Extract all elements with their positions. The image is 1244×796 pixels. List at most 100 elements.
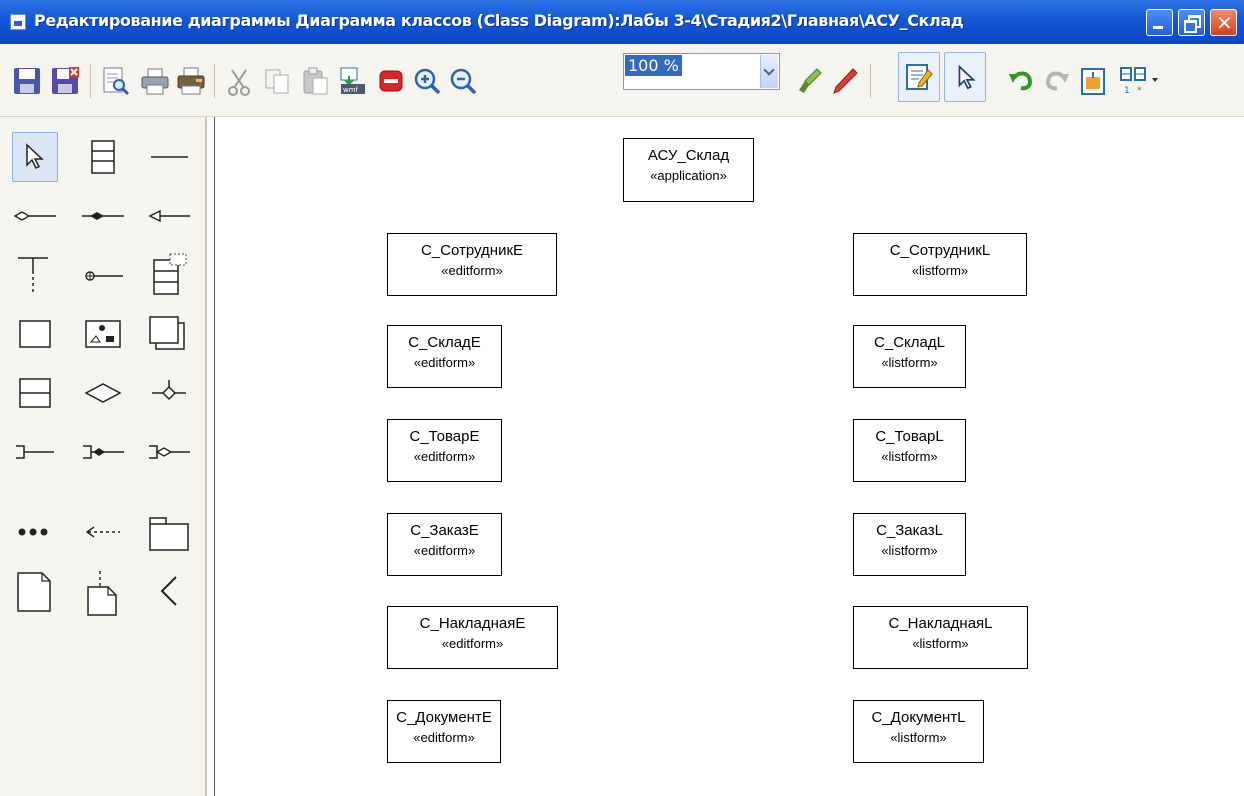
class-stereotype: «listform»	[881, 355, 938, 370]
shadow-box-icon	[149, 316, 185, 350]
decision-tool[interactable]	[80, 368, 126, 418]
close-icon: ✕	[1216, 11, 1233, 35]
multi-point-tool[interactable]	[12, 508, 58, 558]
generalization-icon	[148, 209, 190, 223]
generalization-tool[interactable]	[146, 191, 192, 241]
port-composition-icon	[83, 445, 124, 459]
aggregation-tool[interactable]	[12, 191, 58, 241]
class-list-6[interactable]: С_ДокументL «listform»	[853, 700, 984, 763]
save-all-icon[interactable]	[50, 66, 80, 96]
class-edit-6[interactable]: С_ДокументE «editform»	[387, 700, 501, 763]
class-stereotype: «editform»	[441, 263, 503, 278]
export-wmf-icon[interactable]: wmf	[338, 66, 368, 96]
bring-to-front-icon[interactable]	[1078, 66, 1108, 96]
properties-toggle[interactable]	[898, 52, 940, 102]
picture-tool[interactable]	[80, 309, 126, 359]
chevron-left-icon	[160, 576, 177, 606]
class-list-3[interactable]: С_ТоварL «listform»	[853, 419, 966, 482]
app-icon[interactable]	[10, 14, 26, 30]
port-aggregation-tool[interactable]	[146, 427, 192, 477]
zoom-select[interactable]: 100 %	[623, 53, 780, 90]
interface-realization-tool[interactable]	[12, 250, 58, 300]
junction-tool[interactable]	[146, 368, 192, 418]
class-name: С_СкладL	[874, 334, 945, 351]
class-list-5[interactable]: С_НакладнаяL «listform»	[853, 606, 1028, 669]
class-name: С_НакладнаяL	[888, 615, 993, 632]
layout-grid-icon[interactable]: 1 *	[1118, 66, 1162, 96]
title-bar[interactable]: Редактирование диаграммы Диаграмма класс…	[0, 0, 1244, 44]
note-box-tool[interactable]	[12, 309, 58, 359]
class-edit-5[interactable]: С_НакладнаяE «editform»	[387, 606, 558, 669]
print-preview-icon[interactable]	[100, 66, 130, 96]
composition-tool[interactable]	[80, 191, 126, 241]
minimize-button[interactable]	[1146, 9, 1173, 36]
pointer-tool[interactable]	[12, 132, 58, 182]
frame-tool[interactable]	[146, 309, 192, 359]
select-tool-toggle[interactable]	[944, 52, 986, 102]
diamond-icon	[84, 383, 122, 403]
class-name: С_ЗаказL	[876, 522, 943, 539]
object-tool[interactable]	[12, 368, 58, 418]
comment-link-tool[interactable]	[80, 567, 126, 617]
class-edit-4[interactable]: С_ЗаказE «editform»	[387, 513, 502, 576]
svg-text:1: 1	[1124, 86, 1130, 96]
picture-icon	[85, 320, 121, 348]
port-association-tool[interactable]	[12, 427, 58, 477]
realization-icon	[18, 257, 48, 294]
class-name: С_ДокументL	[871, 709, 966, 726]
delete-icon[interactable]	[376, 66, 406, 96]
class-stereotype: «application»	[650, 168, 727, 183]
port-aggregation-icon	[149, 445, 190, 459]
brush-icon[interactable]	[795, 66, 825, 96]
class-list-2[interactable]: С_СкладL «listform»	[853, 325, 966, 388]
class-name: С_ТоварE	[409, 428, 480, 445]
zoom-out-icon[interactable]	[448, 66, 478, 96]
class-icon	[91, 140, 115, 174]
toolbar-separator	[90, 64, 91, 98]
class-stereotype: «editform»	[413, 355, 476, 370]
print-icon[interactable]	[140, 66, 170, 96]
template-class-icon	[153, 253, 187, 295]
chevron-down-icon[interactable]	[760, 55, 778, 88]
element-palette	[0, 117, 207, 796]
class-edit-3[interactable]: С_ТоварE «editform»	[387, 419, 502, 482]
dependency-tool[interactable]	[80, 508, 126, 558]
diagram-canvas[interactable]: АСУ_Склад «application» С_СотрудникE «ed…	[214, 117, 1244, 796]
restore-button[interactable]	[1178, 9, 1205, 36]
save-icon[interactable]	[12, 66, 42, 96]
rectangle-icon	[19, 320, 51, 348]
template-class-tool[interactable]	[146, 250, 192, 300]
paste-icon[interactable]	[300, 66, 330, 96]
cut-icon[interactable]	[224, 66, 254, 96]
undo-icon[interactable]	[1006, 66, 1036, 96]
comment-tool[interactable]	[12, 567, 58, 617]
association-tool[interactable]	[146, 132, 192, 182]
class-edit-1[interactable]: С_СотрудникE «editform»	[387, 233, 557, 296]
toolbar-separator	[870, 64, 871, 98]
toolbar: wmf 100 % 1 *	[0, 44, 1244, 117]
note-link-icon	[87, 571, 117, 616]
collapse-palette-tool[interactable]	[146, 567, 192, 617]
cursor-arrow-icon	[26, 143, 44, 170]
copy-icon[interactable]	[262, 66, 292, 96]
zoom-in-icon[interactable]	[412, 66, 442, 96]
aggregation-icon	[13, 211, 56, 221]
redo-icon[interactable]	[1042, 66, 1072, 96]
class-stereotype: «listform»	[881, 449, 938, 464]
class-app[interactable]: АСУ_Склад «application»	[623, 138, 754, 202]
pen-icon[interactable]	[830, 66, 860, 96]
class-edit-2[interactable]: С_СкладE «editform»	[387, 325, 502, 388]
close-button[interactable]: ✕	[1210, 9, 1237, 36]
class-list-4[interactable]: С_ЗаказL «listform»	[853, 513, 966, 576]
print-setup-icon[interactable]	[176, 66, 206, 96]
class-tool[interactable]	[80, 132, 126, 182]
window-title: Редактирование диаграммы Диаграмма класс…	[34, 11, 964, 30]
nesting-tool[interactable]	[80, 250, 126, 300]
cursor-arrow-icon	[958, 64, 976, 90]
object-icon	[19, 378, 51, 408]
class-list-1[interactable]: С_СотрудникL «listform»	[853, 233, 1027, 296]
package-tool[interactable]	[146, 508, 192, 558]
class-name: С_СкладE	[408, 334, 481, 351]
port-composition-tool[interactable]	[80, 427, 126, 477]
edit-document-icon	[906, 64, 933, 90]
